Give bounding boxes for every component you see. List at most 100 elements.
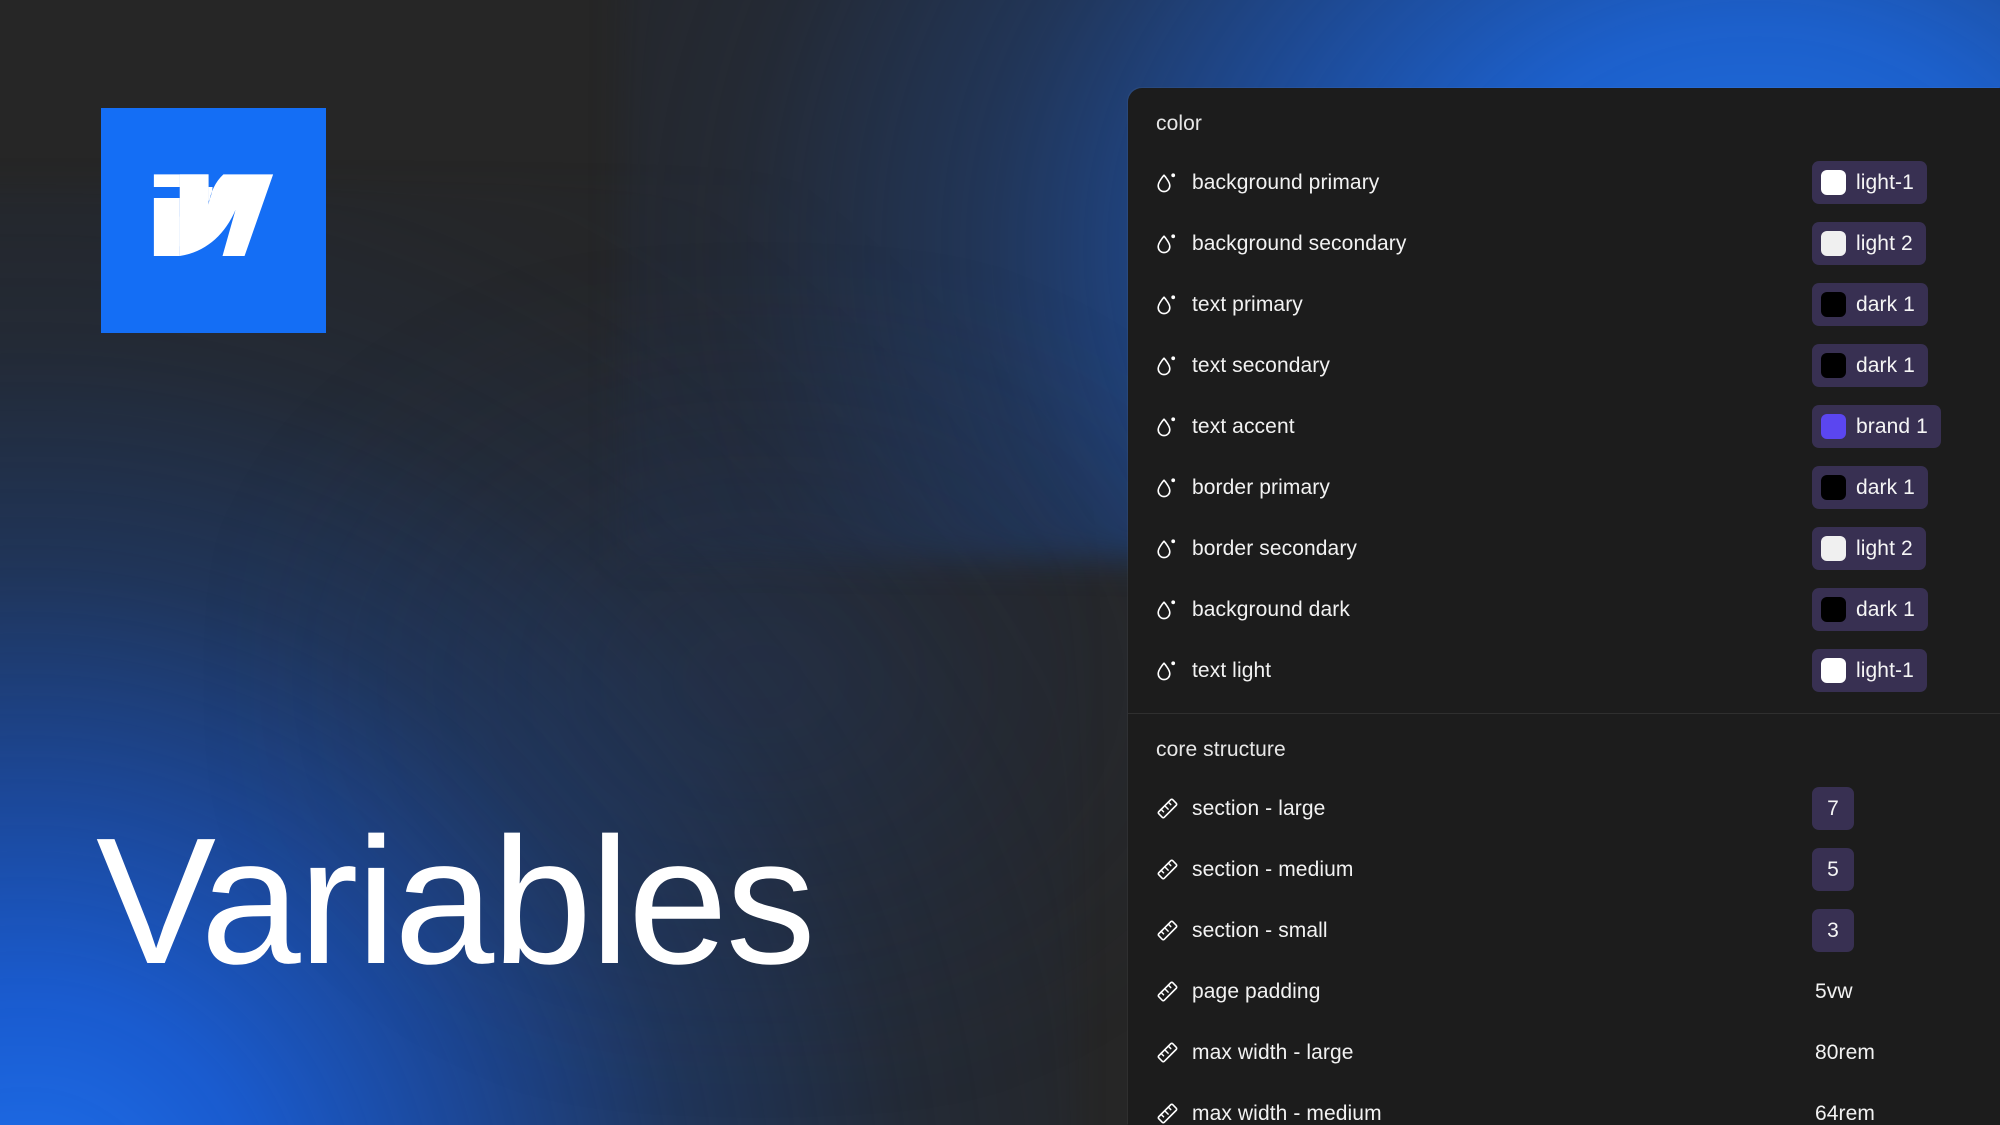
droplet-icon (1156, 232, 1192, 255)
variable-rows-core-structure: section - large 7 section - medium 5 sec… (1128, 778, 2000, 1125)
ruler-icon (1156, 1041, 1192, 1064)
variable-row[interactable]: text secondary dark 1 (1128, 335, 2000, 396)
number-chip[interactable]: 5 (1812, 848, 1854, 891)
variable-row[interactable]: section - small 3 (1128, 900, 2000, 961)
variable-name: background dark (1192, 597, 1350, 621)
webflow-logo (101, 108, 326, 333)
variable-value[interactable]: 5vw (1812, 980, 1972, 1004)
ruler-icon (1156, 919, 1192, 942)
color-swatch (1821, 414, 1846, 439)
color-chip[interactable]: dark 1 (1812, 283, 1928, 326)
color-name: dark 1 (1856, 292, 1915, 316)
color-name: dark 1 (1856, 353, 1915, 377)
variables-panel: color background primary light-1 backgro… (1128, 88, 2000, 1125)
color-name: light-1 (1856, 658, 1914, 682)
value-text[interactable]: 5vw (1812, 980, 1853, 1004)
variable-name: section - small (1192, 918, 1328, 942)
color-swatch (1821, 292, 1846, 317)
variable-name: text primary (1192, 292, 1303, 316)
variable-value[interactable]: 5 (1812, 848, 1972, 891)
color-swatch (1821, 353, 1846, 378)
variable-name: max width - large (1192, 1040, 1354, 1064)
variable-row[interactable]: border secondary light 2 (1128, 518, 2000, 579)
ruler-icon (1156, 797, 1192, 820)
variable-value[interactable]: 64rem (1812, 1102, 1972, 1125)
color-chip[interactable]: light 2 (1812, 222, 1926, 265)
variable-name: text accent (1192, 414, 1295, 438)
color-swatch (1821, 597, 1846, 622)
color-name: dark 1 (1856, 597, 1915, 621)
variable-row[interactable]: text accent brand 1 (1128, 396, 2000, 457)
variable-row[interactable]: background dark dark 1 (1128, 579, 2000, 640)
variable-row[interactable]: border primary dark 1 (1128, 457, 2000, 518)
variable-row[interactable]: page padding 5vw (1128, 961, 2000, 1022)
variable-value[interactable]: dark 1 (1812, 283, 1972, 326)
color-name: light 2 (1856, 231, 1913, 255)
color-swatch (1821, 536, 1846, 561)
variable-row[interactable]: section - medium 5 (1128, 839, 2000, 900)
variable-name: border secondary (1192, 536, 1358, 560)
variable-row[interactable]: background primary light-1 (1128, 152, 2000, 213)
color-chip[interactable]: light-1 (1812, 161, 1927, 204)
variable-value[interactable]: 7 (1812, 787, 1972, 830)
variable-name: border primary (1192, 475, 1330, 499)
variable-value[interactable]: 80rem (1812, 1041, 1972, 1065)
screen: Variables color background primary light… (0, 0, 2000, 1125)
variable-row[interactable]: text primary dark 1 (1128, 274, 2000, 335)
color-name: light-1 (1856, 170, 1914, 194)
color-swatch (1821, 231, 1846, 256)
color-chip[interactable]: dark 1 (1812, 466, 1928, 509)
group-title-core-structure: core structure (1156, 738, 1286, 761)
variable-row[interactable]: text light light-1 (1128, 640, 2000, 701)
variable-name: max width - medium (1192, 1101, 1382, 1125)
variable-value[interactable]: light 2 (1812, 222, 1972, 265)
color-chip[interactable]: dark 1 (1812, 588, 1928, 631)
variable-name: background secondary (1192, 231, 1407, 255)
color-chip[interactable]: dark 1 (1812, 344, 1928, 387)
color-chip[interactable]: brand 1 (1812, 405, 1941, 448)
page-title: Variables (96, 801, 816, 1002)
ruler-icon (1156, 980, 1192, 1003)
droplet-icon (1156, 659, 1192, 682)
droplet-icon (1156, 415, 1192, 438)
ruler-icon (1156, 1102, 1192, 1125)
variable-name: text light (1192, 658, 1272, 682)
group-title-color: color (1156, 112, 1203, 135)
droplet-icon (1156, 354, 1192, 377)
variable-value[interactable]: 3 (1812, 909, 1972, 952)
color-swatch (1821, 170, 1846, 195)
variable-name: section - medium (1192, 857, 1354, 881)
number-chip[interactable]: 3 (1812, 909, 1854, 952)
variable-value[interactable]: dark 1 (1812, 588, 1972, 631)
variable-value[interactable]: dark 1 (1812, 466, 1972, 509)
droplet-icon (1156, 537, 1192, 560)
color-name: brand 1 (1856, 414, 1928, 438)
color-chip[interactable]: light-1 (1812, 649, 1927, 692)
ruler-icon (1156, 858, 1192, 881)
variable-row[interactable]: max width - large 80rem (1128, 1022, 2000, 1083)
color-name: dark 1 (1856, 475, 1915, 499)
variable-value[interactable]: light-1 (1812, 161, 1972, 204)
variable-value[interactable]: dark 1 (1812, 344, 1972, 387)
value-text[interactable]: 64rem (1812, 1102, 1875, 1125)
variable-value[interactable]: brand 1 (1812, 405, 1972, 448)
variable-name: background primary (1192, 170, 1380, 194)
variable-row[interactable]: section - large 7 (1128, 778, 2000, 839)
variable-group-color: color background primary light-1 backgro… (1128, 88, 2000, 713)
droplet-icon (1156, 293, 1192, 316)
number-chip[interactable]: 7 (1812, 787, 1854, 830)
color-chip[interactable]: light 2 (1812, 527, 1926, 570)
variable-row[interactable]: max width - medium 64rem (1128, 1083, 2000, 1125)
variable-name: text secondary (1192, 353, 1330, 377)
variable-value[interactable]: light 2 (1812, 527, 1972, 570)
color-swatch (1821, 658, 1846, 683)
color-swatch (1821, 475, 1846, 500)
variable-row[interactable]: background secondary light 2 (1128, 213, 2000, 274)
value-text[interactable]: 80rem (1812, 1041, 1875, 1065)
droplet-icon (1156, 476, 1192, 499)
variable-value[interactable]: light-1 (1812, 649, 1972, 692)
variable-name: page padding (1192, 979, 1321, 1003)
variable-group-core-structure: core structure section - large 7 section… (1128, 713, 2000, 1125)
color-name: light 2 (1856, 536, 1913, 560)
droplet-icon (1156, 598, 1192, 621)
